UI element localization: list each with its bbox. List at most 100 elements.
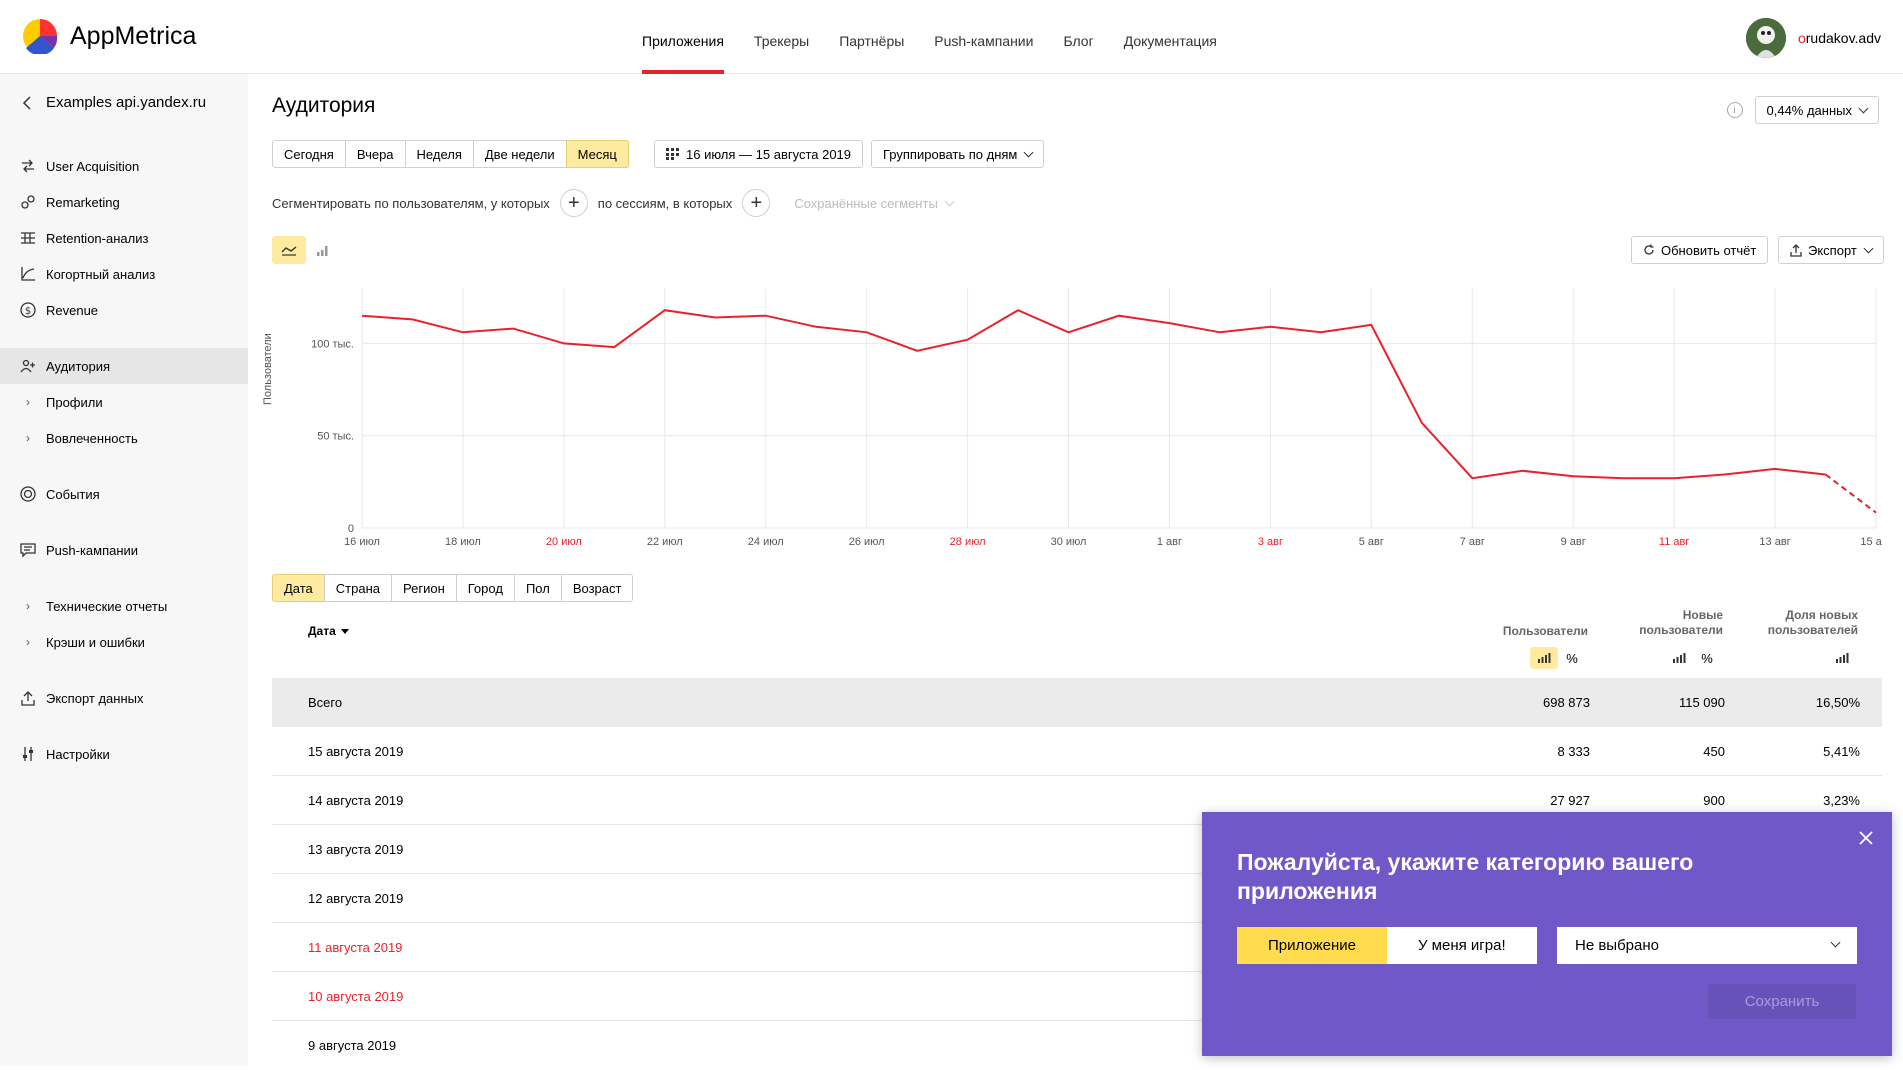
new-share-column-mode — [1828, 647, 1856, 669]
sidebar-item-label: Аудитория — [46, 358, 111, 374]
message-icon — [20, 542, 36, 558]
sidebar-item-label: Когортный анализ — [46, 266, 156, 282]
bar-chart-icon — [1673, 653, 1686, 663]
sidebar-item-label: Экспорт данных — [46, 690, 144, 706]
data-sampling-dropdown[interactable]: 0,44% данных — [1754, 96, 1879, 124]
absolute-values-toggle[interactable] — [1828, 647, 1856, 669]
date-range-label: 16 июля — 15 августа 2019 — [686, 146, 852, 162]
refresh-icon — [1644, 244, 1654, 255]
back-to-app[interactable]: Examples api.yandex.ru — [22, 94, 206, 111]
logo-text: AppMetrica — [70, 21, 197, 50]
user-menu[interactable]: orudakov.adv — [1745, 18, 1881, 58]
nav-docs[interactable]: Документация — [1124, 0, 1217, 74]
column-header-new-users[interactable]: Новые пользователи — [1613, 608, 1723, 638]
sidebar-item-label: Настройки — [46, 746, 110, 762]
sidebar-item-label: Push-кампании — [46, 542, 139, 558]
segment-row: Сегментировать по пользователям, у котор… — [272, 188, 955, 218]
group-by-dropdown[interactable]: Группировать по дням — [871, 140, 1045, 168]
page-title: Аудитория — [272, 94, 376, 117]
line-chart-icon — [281, 246, 297, 256]
tab-age[interactable]: Возраст — [560, 574, 634, 602]
avatar[interactable] — [1745, 18, 1786, 58]
tab-city[interactable]: Город — [455, 574, 515, 602]
chevron-down-icon — [1858, 103, 1869, 113]
column-header-new-share[interactable]: Доля новых пользователей — [1738, 608, 1858, 638]
period-week[interactable]: Неделя — [404, 140, 474, 168]
option-app-button[interactable]: Приложение — [1237, 927, 1387, 964]
x-tick-label: 13 авг — [1759, 536, 1790, 548]
sidebar-item-audience[interactable]: Аудитория — [0, 348, 248, 384]
sidebar-item-revenue[interactable]: $ Revenue — [0, 292, 248, 328]
nav-partners[interactable]: Партнёры — [839, 0, 904, 74]
sidebar-item-engagement[interactable]: › Вовлеченность — [0, 420, 248, 456]
top-header: AppMetrica Приложения Трекеры Партнёры P… — [0, 0, 1903, 74]
acquisition-icon — [20, 158, 36, 174]
date-range-picker[interactable]: 16 июля — 15 августа 2019 — [654, 140, 864, 168]
sidebar-item-data-export[interactable]: Экспорт данных — [0, 680, 248, 716]
absolute-values-toggle[interactable] — [1665, 647, 1693, 669]
sort-desc-icon — [340, 629, 349, 635]
sidebar-item-remarketing[interactable]: Remarketing — [0, 184, 248, 220]
percent-toggle[interactable]: % — [1693, 647, 1721, 669]
close-icon[interactable] — [1858, 830, 1874, 846]
period-month[interactable]: Месяц — [565, 140, 629, 168]
sidebar-item-cohort[interactable]: Когортный анализ — [0, 256, 248, 292]
option-game-button[interactable]: У меня игра! — [1386, 927, 1537, 964]
x-tick-label: 9 авг — [1561, 536, 1586, 548]
sidebar-item-events[interactable]: События — [0, 476, 248, 512]
audience-icon — [20, 358, 36, 374]
cohort-chart-icon — [20, 266, 36, 282]
refresh-report-button[interactable]: Обновить отчёт — [1631, 236, 1769, 264]
period-today[interactable]: Сегодня — [272, 140, 346, 168]
nav-blog[interactable]: Блог — [1063, 0, 1093, 74]
top-nav: Приложения Трекеры Партнёры Push-кампани… — [642, 0, 1247, 74]
calendar-icon — [666, 148, 679, 160]
absolute-values-toggle[interactable] — [1530, 647, 1558, 669]
export-button[interactable]: Экспорт — [1778, 236, 1884, 264]
nav-apps[interactable]: Приложения — [642, 0, 724, 74]
category-select[interactable]: Не выбрано — [1557, 927, 1857, 964]
info-icon[interactable]: i — [1726, 102, 1743, 118]
logo[interactable]: AppMetrica — [22, 18, 196, 54]
period-yesterday[interactable]: Вчера — [344, 140, 406, 168]
period-two-weeks[interactable]: Две недели — [472, 140, 567, 168]
nav-trackers[interactable]: Трекеры — [754, 0, 809, 74]
sidebar-item-profiles[interactable]: › Профили — [0, 384, 248, 420]
avatar-image-icon — [1745, 18, 1786, 58]
sidebar-item-settings[interactable]: Настройки — [0, 736, 248, 772]
saved-segments-label: Сохранённые сегменты — [794, 195, 938, 211]
add-user-segment-button[interactable]: + — [559, 189, 588, 217]
sidebar-item-retention[interactable]: Retention-анализ — [0, 220, 248, 256]
sidebar-item-crashes[interactable]: › Крэши и ошибки — [0, 624, 248, 660]
sidebar-item-tech-reports[interactable]: › Технические отчеты — [0, 588, 248, 624]
save-button[interactable]: Сохранить — [1707, 983, 1857, 1020]
saved-segments-dropdown[interactable]: Сохранённые сегменты — [794, 195, 955, 211]
column-header-users[interactable]: Пользователи — [1468, 624, 1588, 639]
bar-chart-toggle[interactable] — [306, 236, 340, 264]
username-rest: rudakov.adv — [1805, 30, 1881, 46]
plus-icon: + — [567, 191, 580, 214]
column-header-date[interactable]: Дата — [308, 624, 349, 639]
tab-gender[interactable]: Пол — [513, 574, 562, 602]
nav-push[interactable]: Push-кампании — [934, 0, 1033, 74]
svg-text:$: $ — [25, 306, 31, 317]
tab-region[interactable]: Регион — [391, 574, 457, 602]
tab-country[interactable]: Страна — [323, 574, 393, 602]
row-users: 27 927 — [1550, 793, 1590, 808]
x-tick-label: 15 авг — [1860, 536, 1882, 548]
y-tick-label: 50 тыс. — [317, 431, 354, 443]
username-initial: o — [1797, 30, 1806, 46]
segment-sessions-label: по сессиям, в которых — [597, 195, 733, 211]
x-tick-label: 7 авг — [1460, 536, 1485, 548]
sidebar-item-label: Профили — [46, 394, 103, 410]
row-date: Всего — [308, 695, 343, 710]
table-row[interactable]: 15 августа 2019 8 333 450 5,41% — [272, 727, 1882, 776]
add-session-segment-button[interactable]: + — [742, 189, 771, 217]
percent-toggle[interactable]: % — [1558, 647, 1586, 669]
sidebar-item-push[interactable]: Push-кампании — [0, 532, 248, 568]
sidebar-item-user-acquisition[interactable]: User Acquisition — [0, 148, 248, 184]
upload-icon — [20, 690, 36, 706]
line-chart-toggle[interactable] — [272, 236, 306, 264]
row-date: 12 августа 2019 — [308, 891, 404, 906]
tab-date[interactable]: Дата — [272, 574, 325, 602]
